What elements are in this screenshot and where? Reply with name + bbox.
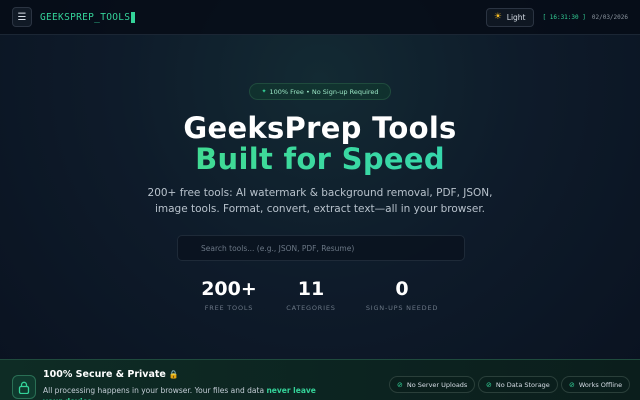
search-input[interactable] <box>201 243 464 253</box>
theme-toggle-label: Light <box>506 12 526 22</box>
free-badge: ✦ 100% Free • No Sign-up Required <box>249 83 391 100</box>
menu-button[interactable]: ☰ <box>12 7 32 27</box>
cursor-block <box>131 11 136 23</box>
pill-no-server-uploads: ⊘ No Server Uploads <box>389 376 476 393</box>
check-circle-icon: ⊘ <box>486 380 492 389</box>
hero-title-accent: Built for Speed <box>0 142 640 176</box>
padlock-icon: 🔒 <box>168 370 179 379</box>
pill-no-data-storage: ⊘ No Data Storage <box>478 376 558 393</box>
clock: [ 16:31:30 ] 02/03/2026 <box>542 13 629 21</box>
logo-text: GEEKSPREP_TOOLS <box>40 11 131 23</box>
privacy-title: 100% Secure & Private 🔒 <box>43 369 179 380</box>
theme-toggle-button[interactable]: ☀ Light <box>485 7 534 27</box>
hero-subtitle: 200+ free tools: AI watermark & backgrou… <box>147 187 493 215</box>
check-circle-icon: ⊘ <box>569 380 575 389</box>
menu-icon: ☰ <box>17 11 27 23</box>
hero-title: GeeksPrep Tools <box>183 111 457 145</box>
privacy-text: All processing happens in your browser. … <box>43 385 333 400</box>
clock-time: 16:31:30 <box>549 13 579 21</box>
sparkle-icon: ✦ <box>261 88 267 95</box>
pill-works-offline: ⊘ Works Offline <box>561 376 631 393</box>
sun-icon: ☀ <box>493 11 502 22</box>
stat-label: SIGN-UPS NEEDED <box>365 304 439 312</box>
stat-value: 0 <box>395 278 409 300</box>
lock-icon <box>12 375 36 399</box>
search-box <box>177 235 465 261</box>
site-logo[interactable]: GEEKSPREP_TOOLS <box>40 11 136 23</box>
clock-date: 02/03/2026 <box>591 13 628 21</box>
stat-signups: 0 SIGN-UPS NEEDED <box>347 278 457 312</box>
check-circle-icon: ⊘ <box>397 380 403 389</box>
top-header: ☰ GEEKSPREP_TOOLS ☀ Light [ 16:31:30 ] 0… <box>0 0 640 35</box>
free-badge-label: 100% Free • No Sign-up Required <box>269 87 379 96</box>
